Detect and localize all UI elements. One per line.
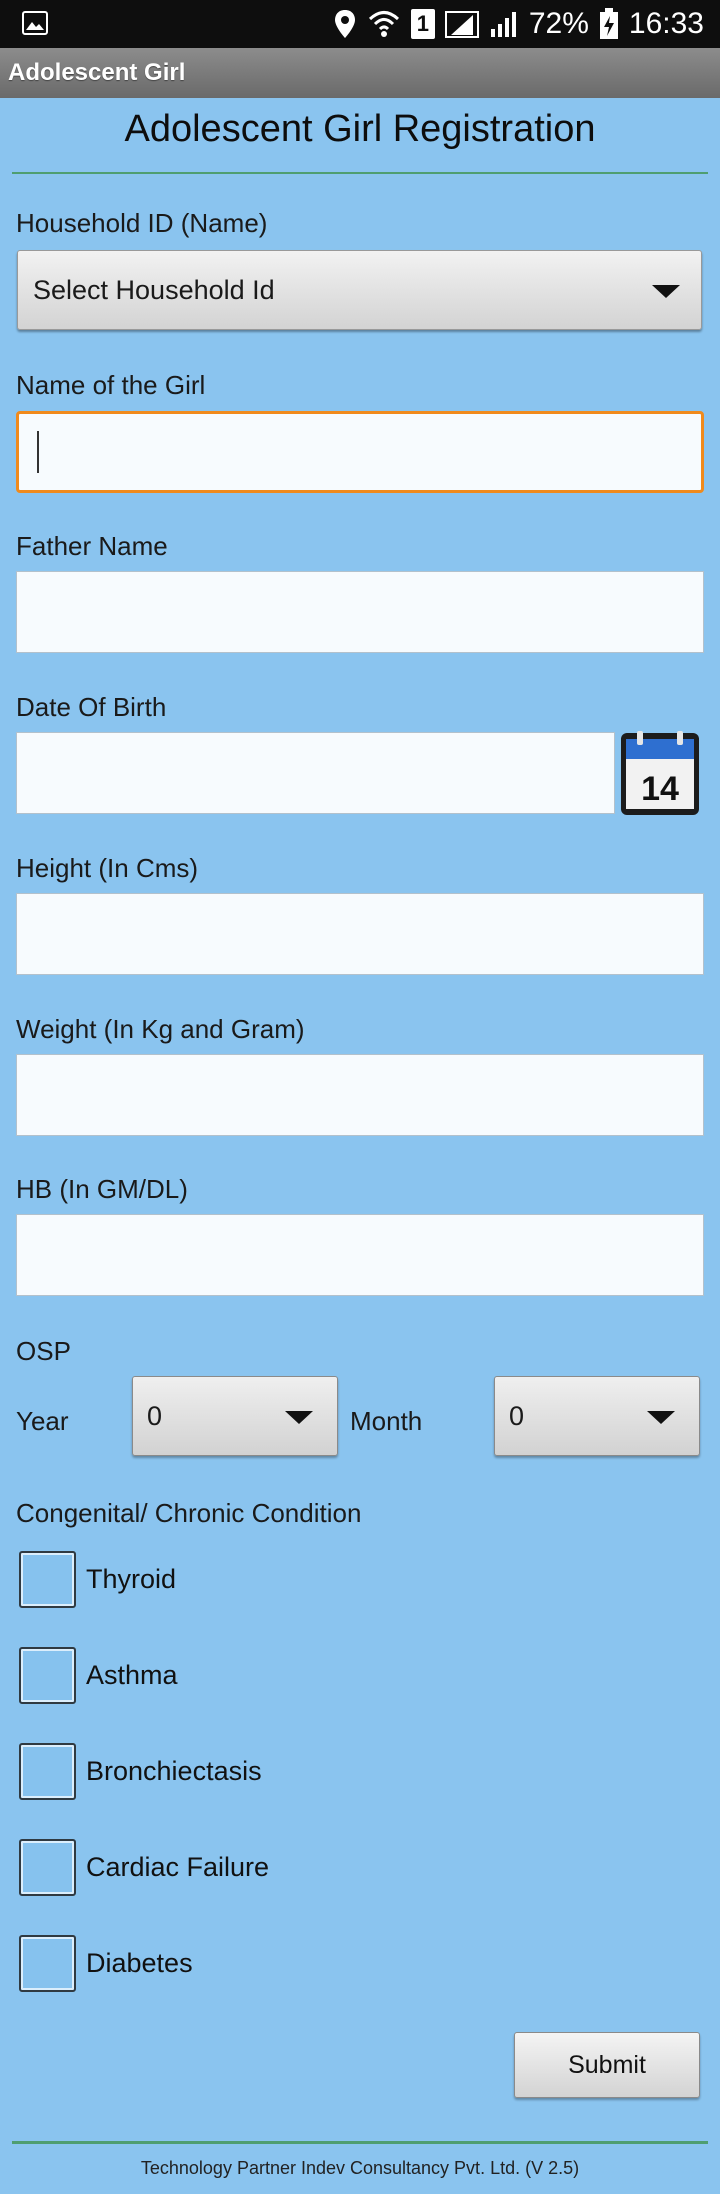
checkbox[interactable] — [19, 1742, 76, 1800]
condition-label: Cardiac Failure — [86, 1851, 270, 1882]
clock: 16:33 — [628, 7, 704, 40]
chevron-down-icon — [285, 1411, 313, 1424]
signal-strength-icon — [444, 11, 479, 38]
household-select[interactable]: Select Household Id — [17, 250, 702, 330]
page-title: Adolescent Girl Registration — [124, 108, 596, 150]
household-select-value: Select Household Id — [33, 275, 275, 305]
app-bar-title: Adolescent Girl — [0, 48, 720, 98]
osp-year-select[interactable]: 0 — [132, 1376, 338, 1456]
text-cursor — [37, 431, 39, 473]
checkbox[interactable] — [19, 1838, 76, 1896]
status-bar: 1 72% 16:33 — [0, 0, 720, 48]
dob-field[interactable] — [16, 732, 615, 814]
location-icon — [334, 10, 355, 38]
weight-field[interactable] — [16, 1054, 704, 1136]
condition-label: Thyroid — [86, 1563, 177, 1594]
condition-asthma[interactable]: Asthma — [19, 1644, 178, 1706]
osp-year-value: 0 — [147, 1401, 163, 1431]
weight-label: Weight (In Kg and Gram) — [16, 1014, 305, 1044]
battery-percent: 72% — [528, 7, 589, 40]
osp-year-label: Year — [16, 1406, 69, 1436]
father-name-field[interactable] — [16, 571, 704, 653]
girl-name-label: Name of the Girl — [16, 370, 206, 400]
height-label: Height (In Cms) — [16, 853, 199, 883]
sim-slot-badge: 1 — [410, 9, 435, 39]
osp-month-select[interactable]: 0 — [494, 1376, 700, 1456]
checkbox[interactable] — [19, 1550, 76, 1608]
household-label: Household ID (Name) — [16, 208, 268, 238]
conditions-label: Congenital/ Chronic Condition — [16, 1498, 362, 1528]
condition-cardiac-failure[interactable]: Cardiac Failure — [19, 1836, 269, 1898]
title-divider — [12, 172, 708, 174]
father-name-label: Father Name — [16, 531, 168, 561]
checkbox[interactable] — [19, 1646, 76, 1704]
svg-text:14: 14 — [641, 770, 679, 808]
hb-label: HB (In GM/DL) — [16, 1174, 188, 1204]
osp-label: OSP — [16, 1336, 71, 1366]
condition-thyroid[interactable]: Thyroid — [19, 1548, 176, 1610]
footer-divider — [12, 2141, 708, 2144]
condition-label: Diabetes — [86, 1947, 193, 1978]
chevron-down-icon — [652, 285, 680, 298]
gallery-notification-icon — [22, 11, 48, 35]
condition-diabetes[interactable]: Diabetes — [19, 1932, 193, 1994]
condition-label: Bronchiectasis — [86, 1755, 262, 1786]
signal-strength-icon-2 — [490, 12, 516, 37]
submit-button[interactable]: Submit — [514, 2032, 700, 2098]
condition-label: Asthma — [86, 1659, 178, 1690]
checkbox[interactable] — [19, 1934, 76, 1992]
footer-credit: Technology Partner Indev Consultancy Pvt… — [140, 2158, 580, 2178]
height-field[interactable] — [16, 893, 704, 975]
girl-name-field[interactable] — [16, 411, 704, 493]
dob-label: Date Of Birth — [16, 692, 167, 722]
battery-charging-icon — [599, 8, 618, 39]
condition-bronchiectasis[interactable]: Bronchiectasis — [19, 1740, 262, 1802]
osp-month-value: 0 — [509, 1401, 525, 1431]
chevron-down-icon — [647, 1411, 675, 1424]
osp-month-label: Month — [350, 1406, 423, 1436]
calendar-icon[interactable]: 14 — [620, 729, 700, 817]
wifi-icon — [368, 11, 399, 37]
hb-field[interactable] — [16, 1214, 704, 1296]
